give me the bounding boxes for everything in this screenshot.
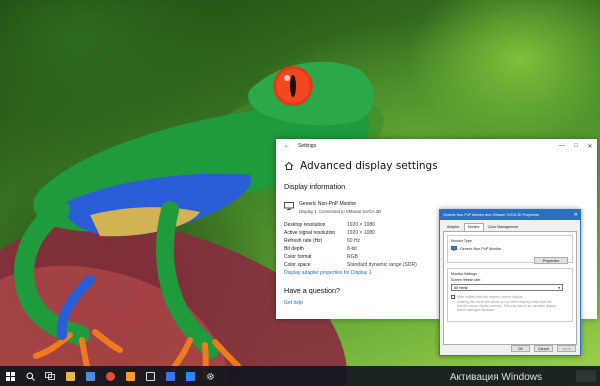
monitor-description: Display 1: Connected to VMware SVGA 3D — [299, 209, 382, 214]
chrome-icon[interactable] — [100, 366, 120, 386]
dialog-titlebar: Generic Non-PnP Monitor and VMware SVGA … — [440, 210, 580, 220]
mail-icon[interactable] — [160, 366, 180, 386]
display-info-table: Desktop resolution 1920 × 1080 Active sig… — [284, 221, 417, 269]
settings-titlebar: ← Settings — □ ✕ — [276, 139, 597, 153]
start-icon[interactable] — [0, 366, 20, 386]
ok-button[interactable]: OK — [511, 345, 530, 352]
tab-monitor[interactable]: Monitor — [463, 223, 484, 231]
image-icon — [125, 371, 135, 381]
hide-modes-note: Clearing this check box allows you to se… — [457, 300, 556, 312]
row-label: Active signal resolution — [284, 230, 336, 236]
monitor-settings-label: Monitor Settings — [451, 272, 477, 276]
window-controls: — □ ✕ — [555, 139, 597, 153]
search-icon[interactable] — [20, 366, 40, 386]
browser-icon — [105, 371, 115, 381]
page-header: Advanced display settings — [284, 160, 597, 172]
envelope-icon — [165, 371, 175, 381]
hide-modes-checkbox[interactable] — [451, 295, 455, 299]
row-value: 1920 × 1080 — [347, 230, 375, 236]
task-view-icon[interactable] — [40, 366, 60, 386]
task-view-glyph-icon — [45, 372, 55, 380]
hide-modes-label: Hide modes that this monitor cannot disp… — [457, 295, 523, 299]
magnifier-icon — [26, 372, 35, 381]
tab-adapter[interactable]: Adapter — [443, 223, 464, 231]
store-icon[interactable] — [80, 366, 100, 386]
refresh-rate-select[interactable]: 60 Hertz ▾ — [451, 284, 563, 291]
table-row: Color space Standard dynamic range (SDR) — [284, 261, 417, 269]
display-information-heading: Display information — [284, 182, 346, 191]
hide-modes-row: Hide modes that this monitor cannot disp… — [451, 295, 569, 299]
settings-icon[interactable] — [200, 366, 220, 386]
terminal-icon[interactable] — [140, 366, 160, 386]
refresh-rate-value: 60 Hertz — [454, 285, 468, 290]
table-row: Color format RGB — [284, 253, 417, 261]
monitor-name: Generic Non-PnP Monitor — [299, 201, 357, 207]
maximize-icon[interactable]: □ — [569, 139, 583, 153]
windows-logo-icon — [5, 371, 15, 381]
row-label: Refresh rate (Hz) — [284, 238, 323, 244]
apply-button[interactable]: Apply — [557, 345, 576, 352]
monitor-properties-dialog: Generic Non-PnP Monitor and VMware SVGA … — [439, 209, 581, 356]
monitor-text: Generic Non-PnP Monitor Display 1: Conne… — [299, 201, 381, 214]
row-label: Color format — [284, 254, 312, 260]
table-row: Desktop resolution 1920 × 1080 — [284, 221, 417, 229]
row-label: Bit depth — [284, 246, 304, 252]
file-explorer-icon[interactable] — [60, 366, 80, 386]
chevron-down-icon: ▾ — [558, 285, 560, 290]
properties-button-label: Properties — [542, 258, 560, 263]
row-value: 8-bit — [347, 246, 357, 252]
folder-icon — [65, 371, 75, 381]
dialog-buttons: OK Cancel Apply — [511, 345, 576, 352]
page-title: Advanced display settings — [300, 160, 438, 172]
apply-button-label: Apply — [562, 346, 571, 351]
row-label: Desktop resolution — [284, 222, 326, 228]
home-icon[interactable] — [284, 161, 294, 171]
dialog-tabs: Adapter Monitor Color Management — [440, 220, 580, 231]
bag-icon — [85, 371, 95, 381]
app-icon — [185, 371, 195, 381]
window-title: Settings — [298, 143, 317, 149]
row-value: 1920 × 1080 — [347, 222, 375, 228]
cancel-button[interactable]: Cancel — [534, 345, 553, 352]
table-row: Refresh rate (Hz) 60 Hz — [284, 237, 417, 245]
console-icon — [145, 371, 155, 381]
cancel-button-label: Cancel — [537, 346, 550, 351]
back-arrow-icon[interactable]: ← — [284, 143, 290, 149]
dialog-title: Generic Non-PnP Monitor and VMware SVGA … — [443, 213, 540, 217]
table-row: Active signal resolution 1920 × 1080 — [284, 229, 417, 237]
row-value: Standard dynamic range (SDR) — [347, 262, 417, 268]
monitor-type-group: Monitor Type Generic Non-PnP Monitor Pro… — [447, 235, 573, 264]
mixer-icon[interactable] — [180, 366, 200, 386]
monitor-tab-panel: Monitor Type Generic Non-PnP Monitor Pro… — [443, 231, 577, 345]
monitor-icon — [284, 202, 294, 210]
minimize-icon[interactable]: — — [555, 139, 569, 153]
close-icon[interactable]: ✕ — [583, 139, 597, 153]
activation-watermark: Активация Windows — [449, 372, 542, 383]
ok-button-label: OK — [517, 346, 524, 351]
refresh-rate-label: Screen refresh rate: — [451, 278, 481, 282]
row-value: RGB — [347, 254, 358, 260]
monitor-type-label: Monitor Type — [451, 239, 472, 243]
system-tray-clock[interactable] — [576, 370, 596, 382]
properties-button[interactable]: Properties — [534, 257, 568, 264]
dialog-close-icon[interactable]: ✕ — [574, 212, 578, 218]
row-label: Color space — [284, 262, 311, 268]
photos-icon[interactable] — [120, 366, 140, 386]
tab-color-management[interactable]: Color Management — [484, 223, 523, 231]
gear-icon — [206, 372, 214, 380]
monitor-type-name: Generic Non-PnP Monitor — [460, 246, 502, 251]
monitor-icon — [451, 246, 457, 251]
row-value: 60 Hz — [347, 238, 361, 244]
monitor-settings-group: Monitor Settings Screen refresh rate: 60… — [447, 268, 573, 322]
table-row: Bit depth 8-bit — [284, 245, 417, 253]
